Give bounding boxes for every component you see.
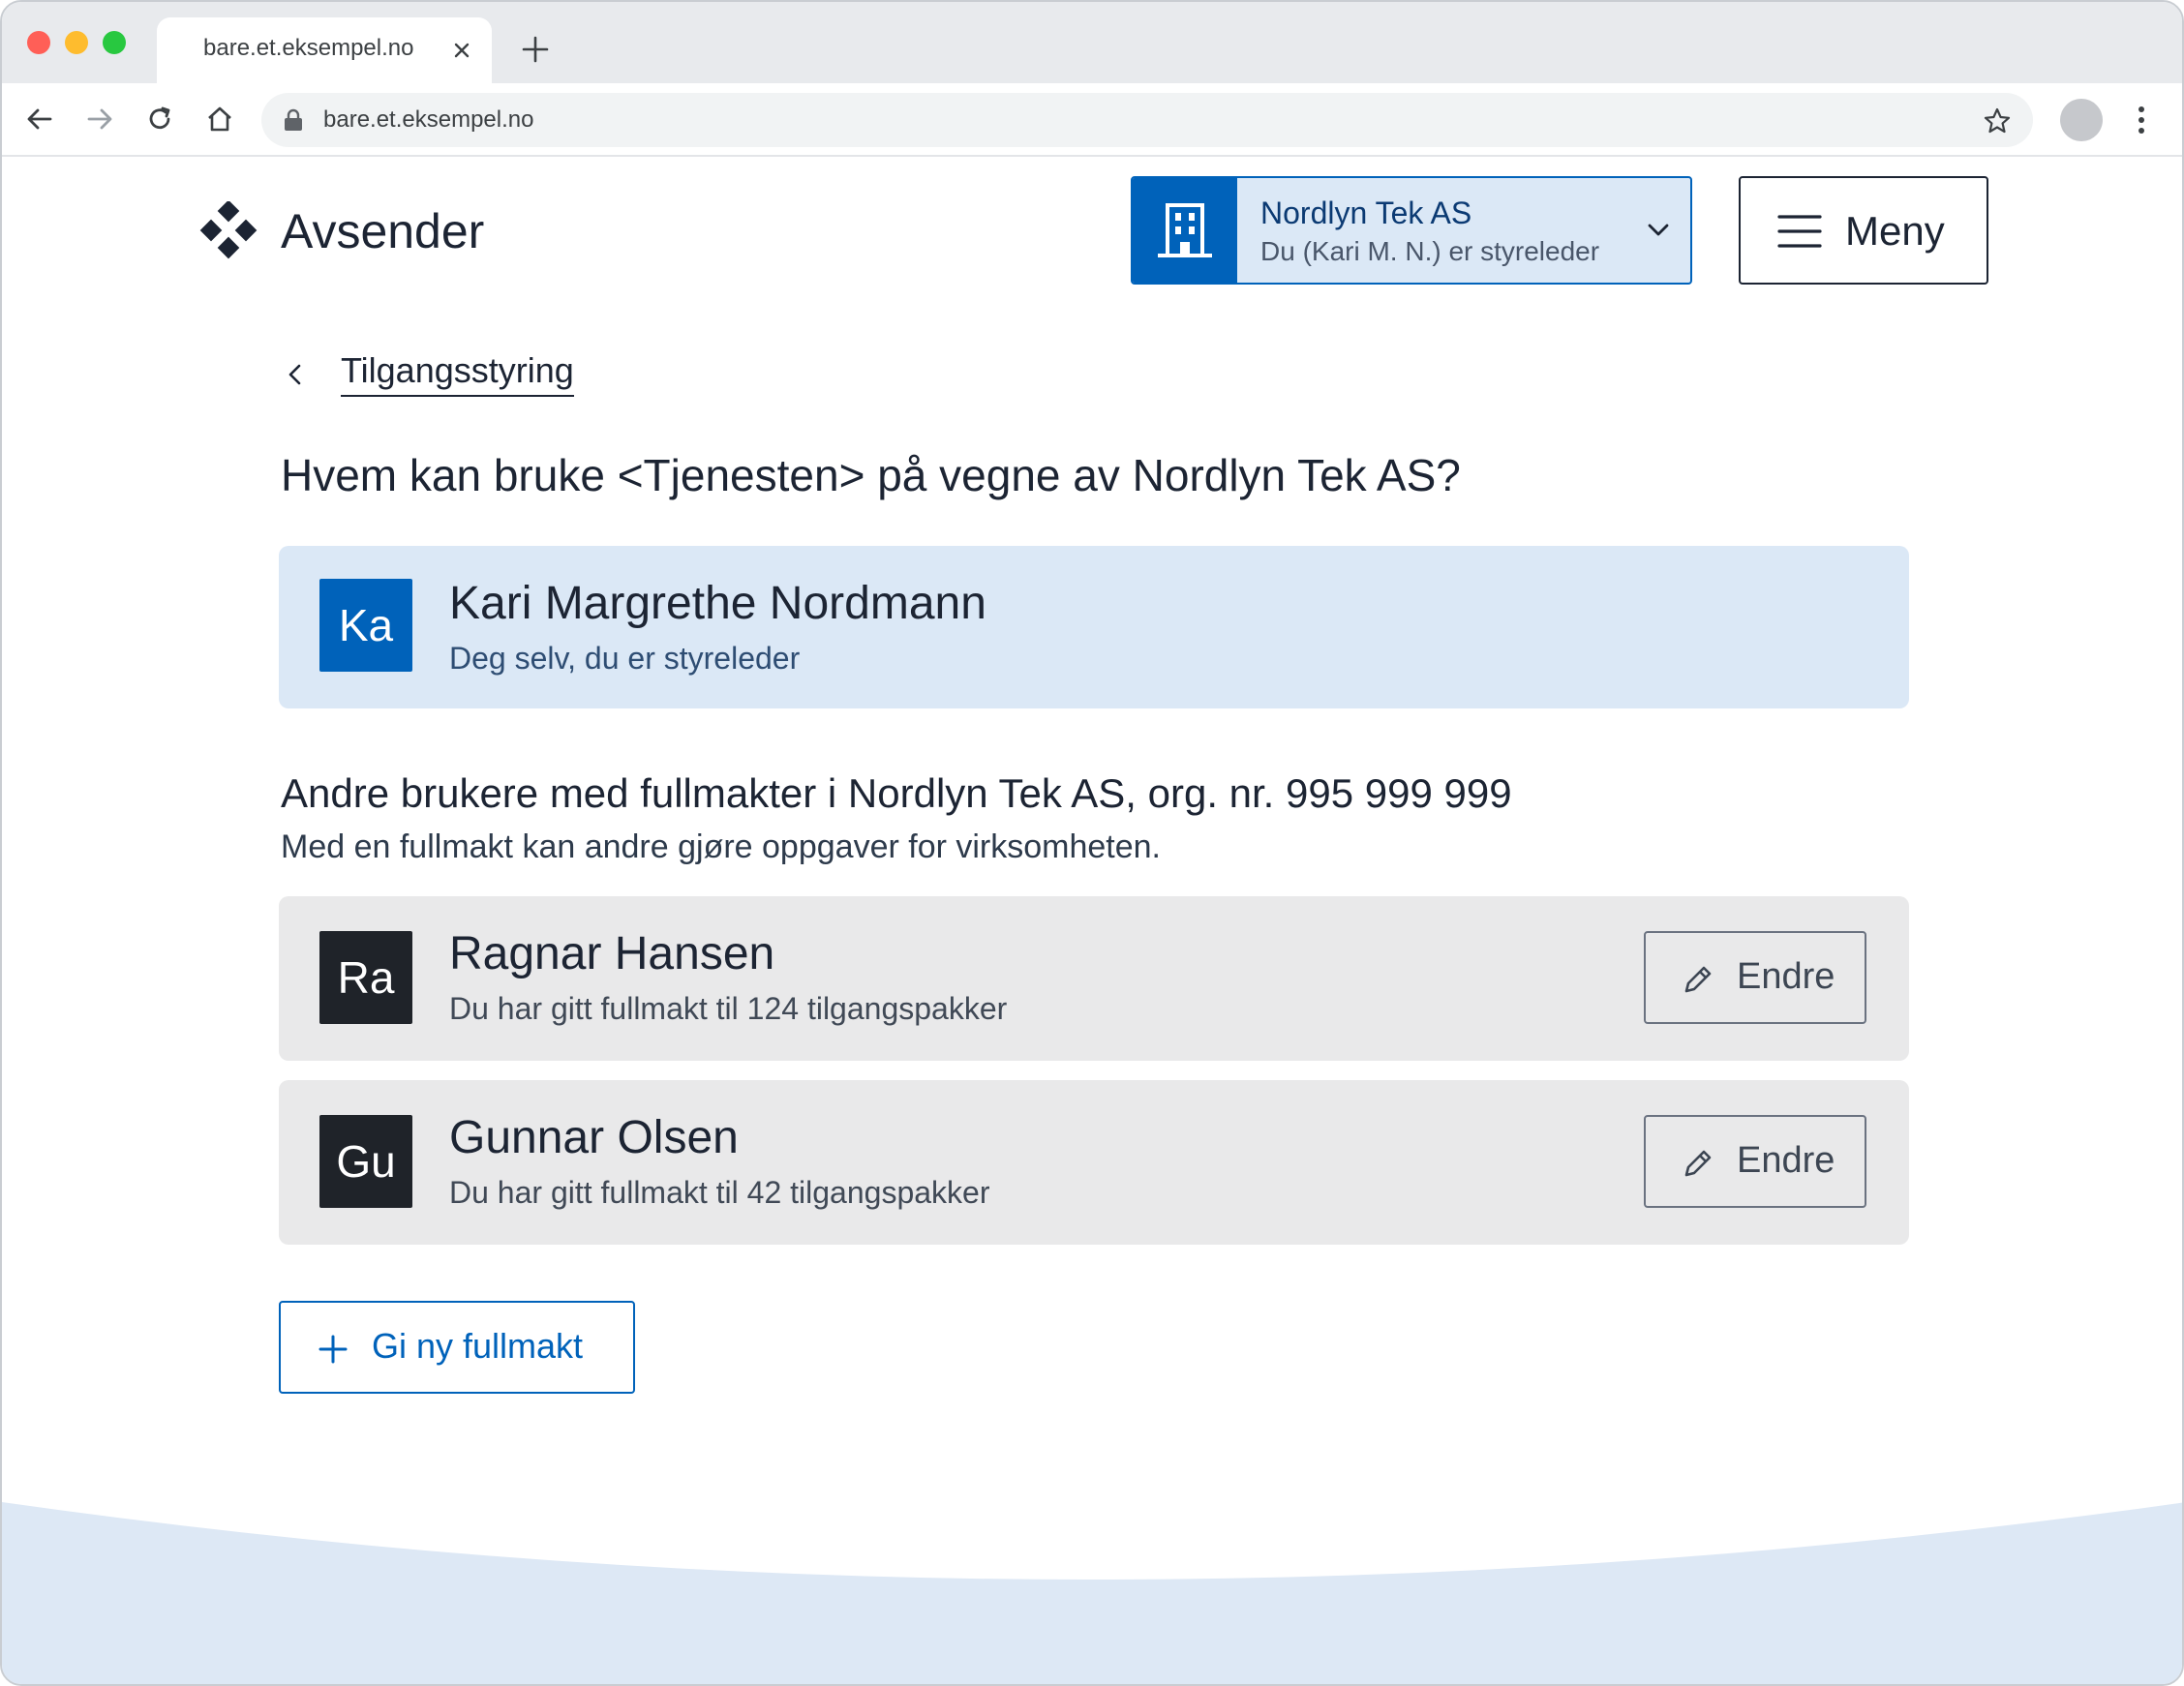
self-card: Ka Kari Margrethe Nordmann Deg selv, du … [279,546,1909,708]
reload-icon[interactable] [143,103,176,135]
section-description: Med en fullmakt kan andre gjøre oppgaver… [281,828,1162,865]
chevron-down-icon [1648,224,1669,236]
more-options-icon[interactable] [2132,103,2151,137]
tab-title: bare.et.eksempel.no [203,35,414,61]
account-switcher[interactable]: Nordlyn Tek AS Du (Kari M. N.) er styrel… [1131,176,1692,285]
lock-icon [285,108,302,131]
building-icon [1158,203,1212,257]
brand-name: Avsender [281,204,485,258]
edit-label: Endre [1737,956,1835,997]
back-link[interactable]: Tilgangsstyring [341,350,574,397]
account-role: Du (Kari M. N.) er styreleder [1260,236,1600,266]
star-icon[interactable] [1983,106,2012,135]
page-content: Avsender Nordlyn Tek AS Du (Kari M. N.) … [2,157,2182,1684]
add-delegation-label: Gi ny fullmakt [372,1326,584,1366]
pencil-icon [1684,966,1712,993]
close-window-button[interactable] [27,31,50,54]
user-name: Kari Margrethe Nordmann [449,578,986,629]
chevron-left-icon[interactable] [283,362,308,387]
plus-icon [318,1335,348,1364]
maximize-window-button[interactable] [103,31,126,54]
forward-arrow-icon[interactable] [83,103,116,135]
url-text: bare.et.eksempel.no [323,106,534,133]
decorative-wave [2,1502,2182,1684]
browser-tab[interactable]: bare.et.eksempel.no [157,17,492,83]
minimize-window-button[interactable] [65,31,88,54]
browser-window: bare.et.eksempel.no bare.et.eksempel.no … [0,0,2184,1686]
account-icon-box [1133,178,1237,283]
edit-label: Endre [1737,1140,1835,1181]
avatar: Ka [319,579,412,672]
home-icon[interactable] [203,103,236,135]
user-card: Gu Gunnar Olsen Du har gitt fullmakt til… [279,1080,1909,1245]
user-description: Du har gitt fullmakt til 42 tilgangspakk… [449,1175,990,1210]
profile-avatar[interactable] [2060,99,2103,141]
edit-button[interactable]: Endre [1644,1115,1866,1208]
page-title: Hvem kan bruke <Tjenesten> på vegne av N… [281,450,1461,500]
account-name: Nordlyn Tek AS [1260,196,1472,230]
user-name: Gunnar Olsen [449,1112,739,1163]
user-description: Du har gitt fullmakt til 124 tilgangspak… [449,991,1008,1026]
add-delegation-button[interactable]: Gi ny fullmakt [279,1301,635,1394]
user-card: Ra Ragnar Hansen Du har gitt fullmakt ti… [279,896,1909,1061]
pencil-icon [1684,1150,1712,1177]
menu-button[interactable]: Meny [1739,176,1988,285]
tab-bar: bare.et.eksempel.no [2,2,2182,83]
close-icon[interactable] [449,38,474,63]
user-name: Ragnar Hansen [449,928,775,979]
edit-button[interactable]: Endre [1644,931,1866,1024]
hamburger-icon [1777,215,1822,248]
browser-toolbar: bare.et.eksempel.no [2,83,2182,157]
back-arrow-icon[interactable] [23,103,56,135]
address-bar[interactable]: bare.et.eksempel.no [261,93,2033,147]
section-heading: Andre brukere med fullmakter i Nordlyn T… [281,770,1512,816]
avatar: Gu [319,1115,412,1208]
logo-icon [199,201,258,259]
user-description: Deg selv, du er styreleder [449,641,801,676]
plus-icon[interactable] [519,33,552,66]
menu-label: Meny [1845,208,1945,254]
avatar: Ra [319,931,412,1024]
